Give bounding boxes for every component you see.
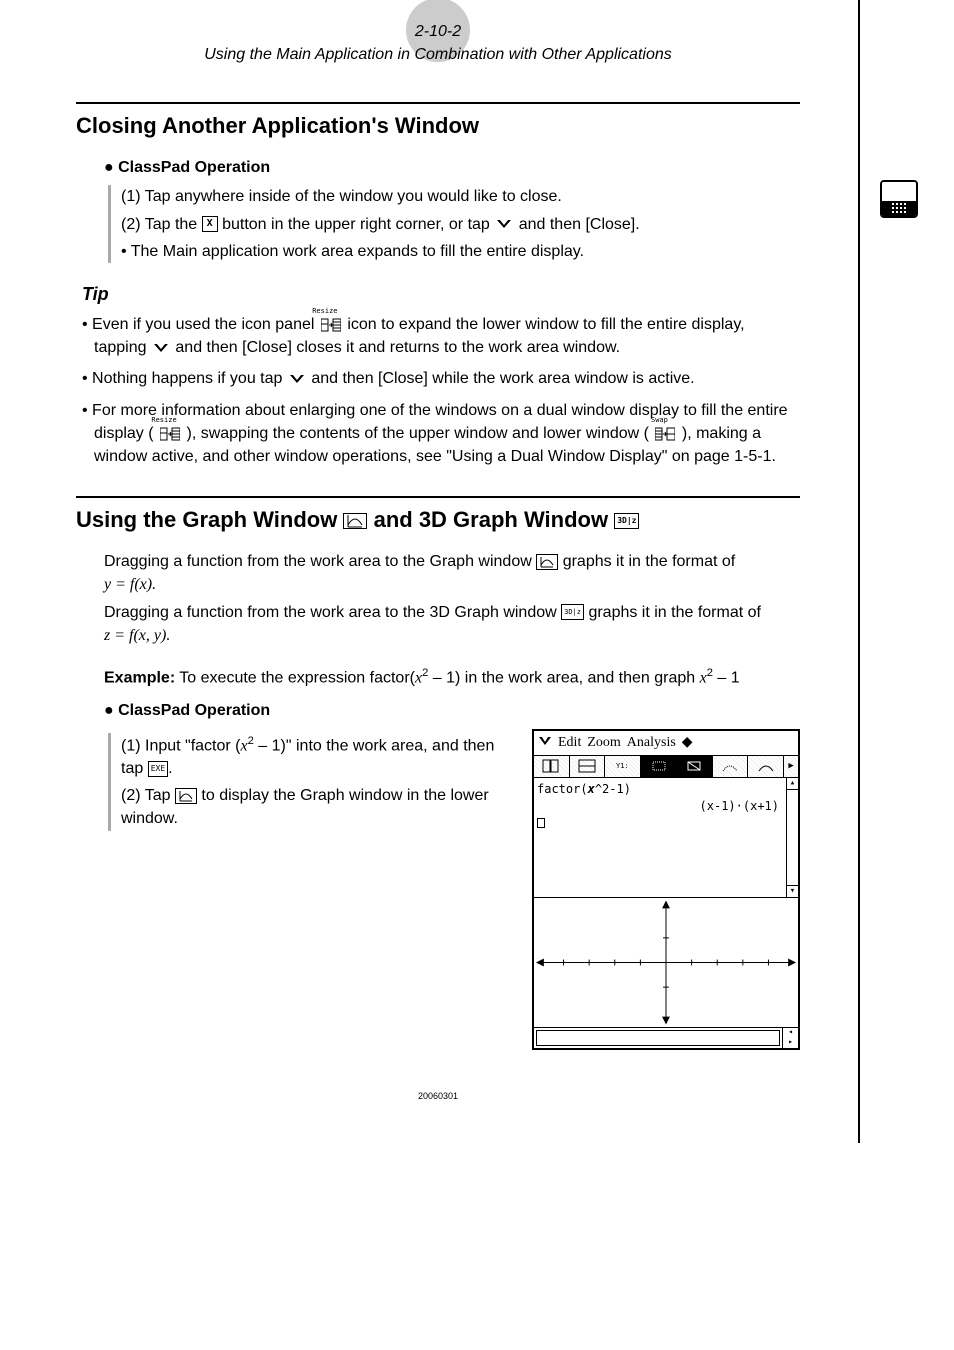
tip-3: For more information about enlarging one…	[82, 399, 800, 469]
tip-2: Nothing happens if you tap and then [Clo…	[82, 367, 800, 390]
step2-2: (2) Tap to display the Graph window in t…	[121, 784, 520, 830]
work-cursor-line	[537, 816, 795, 833]
step2-1: (1) Input "factor (x2 – 1)" into the wor…	[121, 733, 520, 781]
menu-more-arrow[interactable]: ◆	[682, 733, 693, 753]
workarea-scrollbar[interactable]: ▴ ▾	[786, 778, 798, 897]
toolbar-button-7[interactable]	[748, 756, 784, 777]
page-reference: 2-10-2	[76, 20, 800, 43]
screenshot-workarea[interactable]: factor(x^2-1) (x-1)·(x+1) ▴ ▾	[534, 778, 798, 898]
vee-menu-icon[interactable]	[538, 733, 552, 753]
vee-menu-icon	[151, 340, 171, 356]
section-rule-thick	[76, 496, 800, 498]
toolbar-button-2[interactable]	[570, 756, 606, 777]
step-1: (1) Tap anywhere inside of the window yo…	[121, 185, 800, 208]
graph-window-icon	[536, 554, 558, 570]
work-input-line: factor(x^2-1)	[537, 781, 795, 798]
vee-menu-icon	[494, 216, 514, 232]
svg-text:Y1:: Y1:	[616, 762, 629, 770]
toolbar-button-6[interactable]	[713, 756, 749, 777]
work-result-line: (x-1)·(x+1)	[537, 798, 795, 815]
toolbar-button-3[interactable]: Y1:	[605, 756, 641, 777]
menu-analysis[interactable]: Analysis	[627, 733, 676, 753]
calculator-screenshot: Edit Zoom Analysis ◆ Y1: ▶ factor(x^2-	[532, 729, 800, 1050]
scroll-down-icon[interactable]: ▾	[787, 885, 798, 897]
classpad-operation-heading: ClassPad Operation	[104, 156, 800, 179]
menu-zoom[interactable]: Zoom	[587, 733, 620, 753]
section1-title: Closing Another Application's Window	[76, 110, 800, 142]
screenshot-graph-area[interactable]	[534, 898, 798, 1028]
tip-heading: Tip	[82, 281, 800, 307]
classpad-operation-heading-2: ClassPad Operation	[104, 699, 800, 722]
scroll-up-icon[interactable]: ▴	[787, 778, 798, 790]
operation-steps: (1) Tap anywhere inside of the window yo…	[108, 185, 800, 263]
graph-window-icon	[343, 513, 367, 529]
screenshot-toolbar: Y1: ▶	[534, 756, 798, 778]
toolbar-more-arrow[interactable]: ▶	[784, 756, 798, 777]
step-2: (2) Tap the X button in the upper right …	[121, 213, 800, 236]
footer-number: 20060301	[76, 1090, 800, 1103]
toolbar-button-5-selected[interactable]	[677, 756, 713, 777]
section2-para1: Dragging a function from the work area t…	[104, 550, 800, 596]
page-right-rule	[858, 0, 860, 1143]
toolbar-button-1[interactable]	[534, 756, 570, 777]
menu-edit[interactable]: Edit	[558, 733, 581, 753]
close-x-icon: X	[202, 216, 218, 232]
step-2-note: • The Main application work area expands…	[121, 240, 800, 263]
resize-icon: Resize	[158, 426, 182, 442]
graph-window-icon	[175, 788, 197, 804]
toolbar-button-4-selected[interactable]	[641, 756, 677, 777]
resize-icon: Resize	[319, 317, 343, 333]
vee-menu-icon	[287, 371, 307, 387]
status-blank	[536, 1030, 780, 1046]
screenshot-statusbar: ◂▸	[534, 1028, 798, 1048]
graph-3d-window-icon: 3D|z	[614, 513, 639, 529]
status-indicators: ◂▸	[782, 1028, 798, 1048]
tip-list: Even if you used the icon panel Resize i…	[76, 313, 800, 468]
section-rule-thick	[76, 102, 800, 104]
section2-para2: Dragging a function from the work area t…	[104, 601, 800, 647]
side-calculator-icon	[880, 180, 918, 218]
graph-3d-window-icon: 3D|z	[561, 604, 584, 620]
example-line: Example: To execute the expression facto…	[104, 665, 800, 690]
exe-icon: EXE	[148, 761, 168, 777]
operation-steps-2: (1) Input "factor (x2 – 1)" into the wor…	[108, 733, 520, 831]
screenshot-menubar: Edit Zoom Analysis ◆	[534, 731, 798, 756]
page-subtitle: Using the Main Application in Combinatio…	[76, 43, 800, 66]
tip-1: Even if you used the icon panel Resize i…	[82, 313, 800, 359]
swap-icon: Swap	[653, 426, 677, 442]
section2-title: Using the Graph Window and 3D Graph Wind…	[76, 504, 800, 536]
